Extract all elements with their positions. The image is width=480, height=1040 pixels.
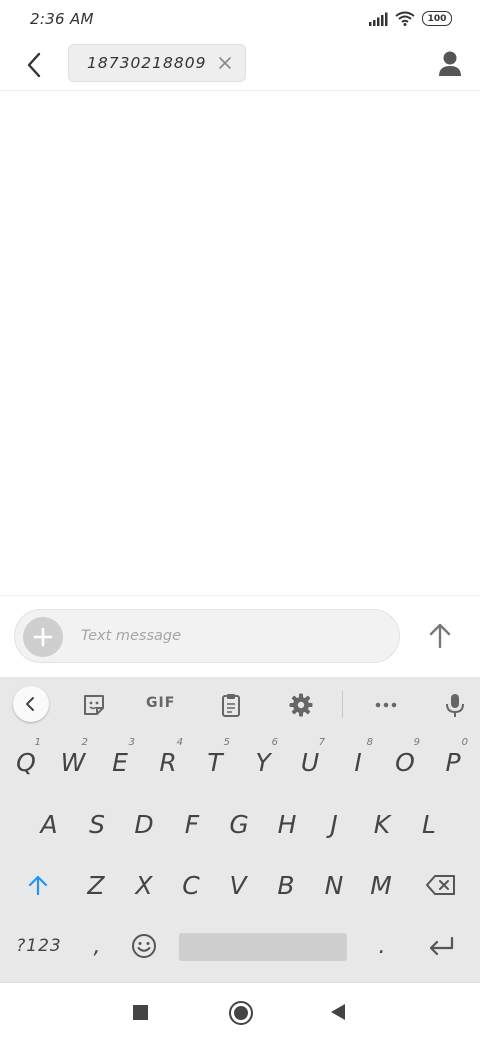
keyboard-row-2: A S D F G H J K L [0, 795, 480, 855]
back-button[interactable] [20, 50, 50, 80]
messaging-screen: 2:36 AM 100 18730218809 Text message GIF… [0, 0, 480, 1040]
key-w[interactable]: W2 [50, 733, 96, 791]
comma-key[interactable]: , [74, 917, 120, 975]
recipient-number: 18730218809 [87, 54, 207, 72]
key-d[interactable]: D [121, 795, 167, 853]
message-list [0, 91, 480, 594]
key-u[interactable]: U7 [287, 733, 333, 791]
status-bar: 2:36 AM 100 [0, 0, 480, 42]
key-k[interactable]: K [359, 795, 405, 853]
backspace-key[interactable] [418, 856, 464, 914]
collapse-chevron-icon [26, 697, 34, 711]
keyboard-collapse-button[interactable] [13, 686, 49, 722]
key-f[interactable]: F [169, 795, 215, 853]
key-n[interactable]: N [311, 856, 357, 914]
key-i[interactable]: I8 [335, 733, 381, 791]
enter-return-icon [429, 936, 454, 956]
contact-button[interactable] [434, 48, 466, 80]
key-m[interactable]: M [358, 856, 404, 914]
key-v[interactable]: V [215, 856, 261, 914]
add-attachment-button[interactable] [23, 617, 63, 657]
home-dot [234, 1006, 248, 1020]
back-arrow-icon [27, 52, 41, 78]
back-triangle-icon[interactable] [330, 1003, 346, 1021]
key-l[interactable]: L [406, 795, 452, 853]
microphone-icon[interactable] [442, 692, 468, 718]
key-x[interactable]: X [121, 856, 167, 914]
status-icons: 100 [368, 11, 452, 26]
status-time: 2:36 AM [30, 10, 94, 28]
keyboard-row-4: ?123 , . [0, 917, 480, 977]
period-key[interactable]: . [359, 917, 405, 975]
keyboard-toolbar: GIF [0, 677, 480, 732]
key-j[interactable]: J [311, 795, 357, 853]
more-dots-icon[interactable] [373, 692, 399, 718]
key-g[interactable]: G [216, 795, 262, 853]
home-circle-icon[interactable] [229, 1001, 253, 1025]
sticker-icon[interactable] [81, 692, 107, 718]
key-e[interactable]: E3 [97, 733, 143, 791]
key-t[interactable]: T5 [192, 733, 238, 791]
enter-key[interactable] [418, 917, 464, 975]
send-arrow-icon [429, 623, 451, 649]
key-a[interactable]: A [26, 795, 72, 853]
key-q[interactable]: Q1 [3, 733, 49, 791]
key-o[interactable]: O9 [382, 733, 428, 791]
key-r[interactable]: R4 [145, 733, 191, 791]
message-input[interactable]: Text message [14, 609, 400, 663]
key-h[interactable]: H [264, 795, 310, 853]
recents-square-icon[interactable] [133, 1005, 148, 1020]
key-p[interactable]: P0 [430, 733, 476, 791]
emoji-icon [132, 934, 156, 958]
clipboard-icon[interactable] [218, 692, 244, 718]
key-s[interactable]: S [74, 795, 120, 853]
recipient-chip[interactable]: 18730218809 [68, 44, 246, 82]
signal-icon [369, 12, 388, 26]
settings-gear-icon[interactable] [288, 692, 314, 718]
backspace-icon [426, 875, 455, 895]
key-c[interactable]: C [168, 856, 214, 914]
spacebar[interactable] [179, 933, 347, 961]
symbols-key[interactable]: ?123 [14, 917, 64, 975]
close-icon [219, 57, 231, 69]
remove-recipient-button[interactable] [217, 55, 233, 71]
key-b[interactable]: B [263, 856, 309, 914]
shift-arrow-icon [28, 875, 48, 896]
compose-divider [0, 595, 480, 596]
toolbar-divider [342, 691, 343, 718]
keyboard: GIF Q 1 W 2 E 3 R 4 T 5 Y 6 U 7 I 8 O 9 … [0, 677, 480, 982]
message-input-placeholder: Text message [81, 628, 182, 644]
emoji-key[interactable] [121, 917, 167, 975]
wifi-icon [395, 11, 415, 26]
key-y[interactable]: Y6 [240, 733, 286, 791]
send-button[interactable] [424, 620, 456, 652]
contact-icon [439, 51, 461, 76]
add-icon [33, 627, 53, 647]
gif-button[interactable]: GIF [146, 695, 175, 711]
battery-icon: 100 [422, 11, 452, 26]
app-bar: 18730218809 [0, 42, 480, 91]
keyboard-row-3: Z X C V B N M [0, 856, 480, 916]
system-navigation-bar [0, 982, 480, 1040]
keyboard-row-1: Q1 W2 E3 R4 T5 Y6 U7 I8 O9 P0 [0, 733, 480, 793]
key-z[interactable]: Z [73, 856, 119, 914]
shift-key[interactable] [15, 856, 61, 914]
